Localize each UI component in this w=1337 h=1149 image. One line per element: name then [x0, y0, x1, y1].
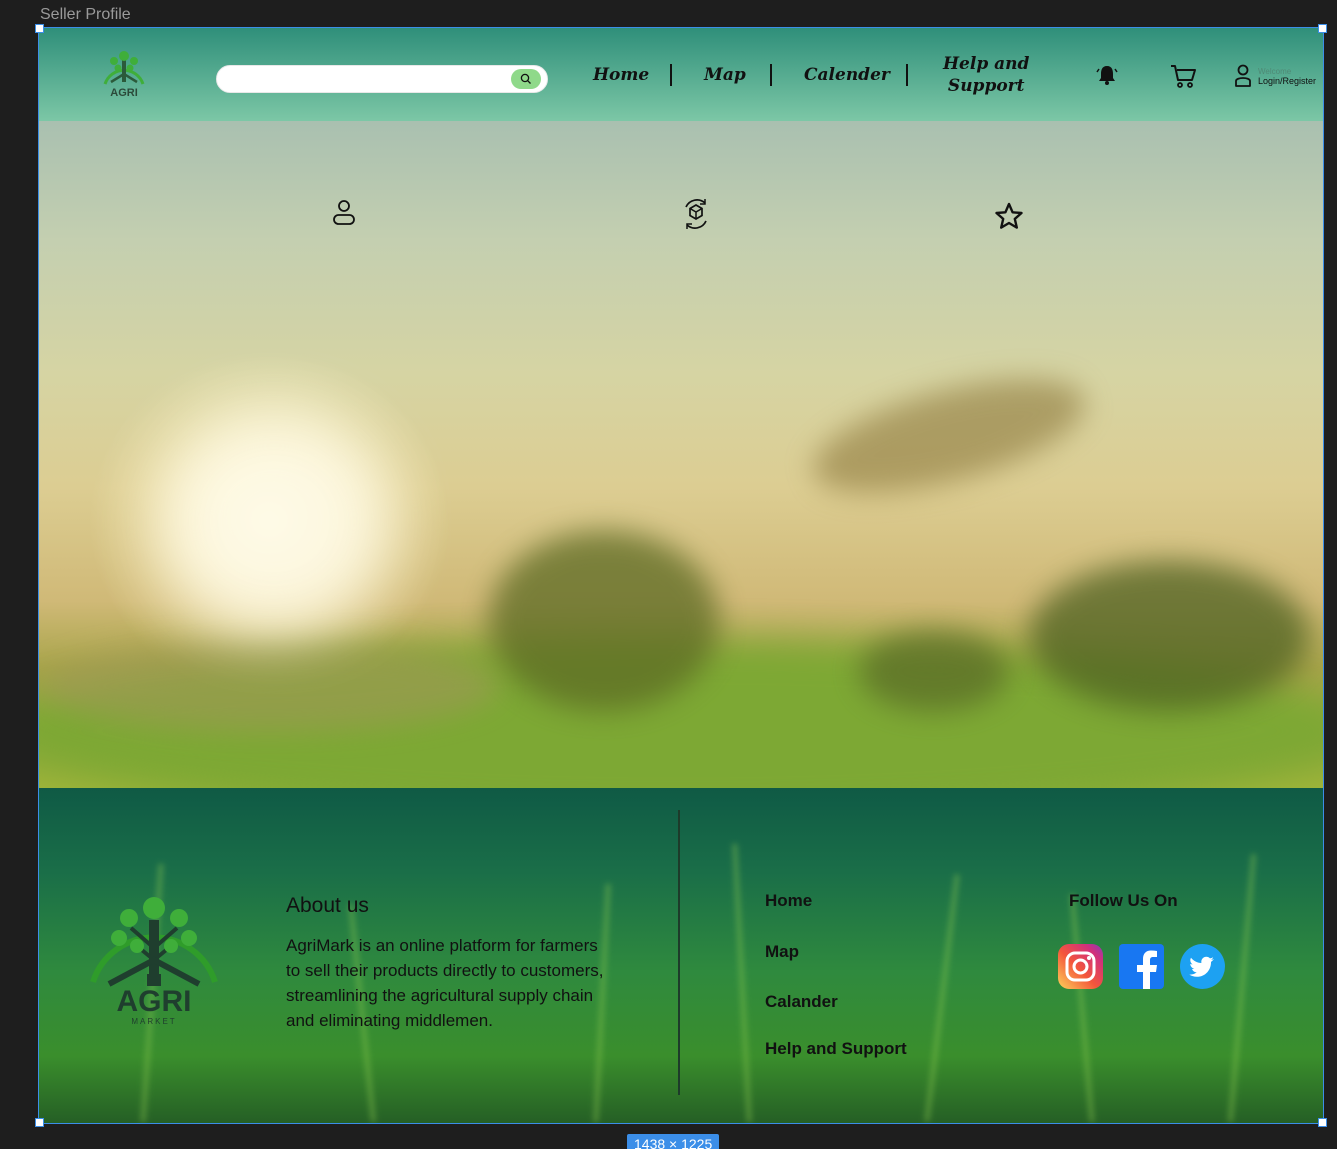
- login-register-link[interactable]: Login/Register: [1258, 76, 1316, 86]
- nav-help-label-line2: Support: [947, 75, 1025, 96]
- nav-separator: [670, 64, 672, 86]
- header: AGRI Home Map Calender Help and Support: [39, 28, 1323, 121]
- tree-shape: [1029, 561, 1309, 711]
- user-icon[interactable]: [331, 199, 357, 227]
- instagram-icon[interactable]: [1058, 944, 1103, 989]
- frame-dimensions-badge: 1438 × 1225: [627, 1134, 720, 1149]
- nav-map[interactable]: Map: [704, 28, 746, 121]
- nav-calender[interactable]: Calender: [804, 28, 890, 121]
- star-icon[interactable]: [994, 202, 1024, 230]
- footer: AGRI MARKET About us AgriMark is an onli…: [39, 788, 1323, 1123]
- search-icon: [520, 73, 531, 84]
- nav-home-label[interactable]: Home: [593, 65, 649, 85]
- facebook-icon[interactable]: [1119, 944, 1164, 989]
- tree-shape: [489, 531, 719, 711]
- resize-handle-top-right[interactable]: [1318, 24, 1327, 33]
- logo-text: AGRI: [110, 87, 138, 99]
- resize-handle-top-left[interactable]: [35, 24, 44, 33]
- nav-calender-label[interactable]: Calender: [804, 65, 890, 85]
- about-us-text: AgriMark is an online platform for farme…: [286, 936, 604, 1030]
- follow-us-title: Follow Us On: [1069, 891, 1178, 910]
- nav-separator: [906, 64, 908, 86]
- twitter-icon[interactable]: [1180, 944, 1225, 989]
- user-icon: [1235, 64, 1251, 87]
- cart-icon[interactable]: [1169, 63, 1197, 89]
- footer-link-map[interactable]: Map: [765, 942, 799, 962]
- footer-logo-subtext: MARKET: [131, 1017, 176, 1026]
- search-bar[interactable]: [216, 65, 548, 93]
- search-button[interactable]: [511, 69, 541, 89]
- seller-profile-frame[interactable]: AGRI Home Map Calender Help and Support: [38, 27, 1324, 1124]
- nav-separator: [770, 64, 772, 86]
- footer-agri-logo: AGRI MARKET: [90, 897, 218, 1026]
- search-input[interactable]: [229, 66, 509, 92]
- hero-banner: [39, 121, 1323, 788]
- nav-map-label[interactable]: Map: [704, 65, 746, 85]
- agri-logo[interactable]: AGRI: [99, 46, 149, 102]
- frame-title: Seller Profile: [40, 6, 131, 23]
- nav-help-label-line1: Help and: [943, 53, 1030, 74]
- nav-home[interactable]: Home: [593, 28, 649, 121]
- footer-divider: [678, 810, 680, 1095]
- resize-handle-bottom-right[interactable]: [1318, 1118, 1327, 1127]
- welcome-label: Welcome: [1258, 66, 1292, 76]
- grass-seed-head: [802, 356, 1096, 516]
- hexagon-refresh-icon[interactable]: [681, 198, 711, 230]
- sun-glow: [159, 411, 389, 631]
- about-us-title: About us: [286, 894, 369, 917]
- tree-shape: [859, 631, 1009, 711]
- account-login[interactable]: Welcome Login/Register: [1234, 64, 1316, 88]
- footer-link-help-support[interactable]: Help and Support: [765, 1039, 907, 1059]
- footer-logo-text: AGRI: [117, 985, 192, 1018]
- footer-link-home[interactable]: Home: [765, 891, 812, 911]
- bell-icon[interactable]: [1096, 63, 1118, 87]
- footer-link-calander[interactable]: Calander: [765, 992, 838, 1012]
- resize-handle-bottom-left[interactable]: [35, 1118, 44, 1127]
- distant-trees: [39, 641, 499, 731]
- nav-help-support[interactable]: Help and Support: [943, 28, 1029, 121]
